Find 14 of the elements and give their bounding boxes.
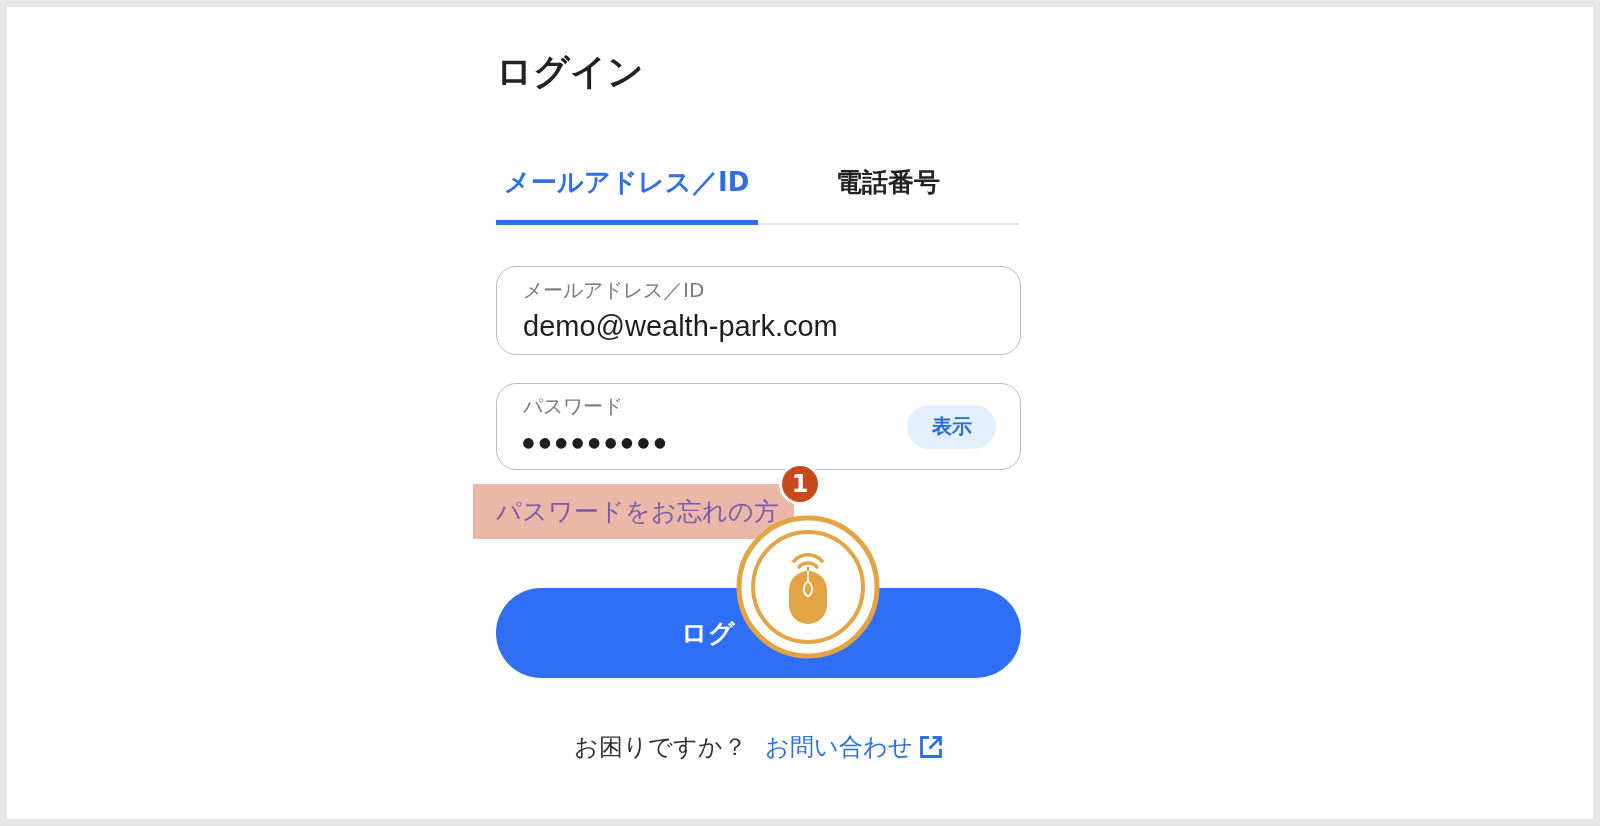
- input-value: demo@wealth-park.com: [523, 308, 838, 344]
- help-text: お困りですか？: [574, 732, 747, 763]
- password-field[interactable]: パスワード ●●●●●●●●● 表示: [496, 383, 1021, 470]
- contact-link[interactable]: お問い合わせ: [765, 731, 943, 763]
- forgot-password-link[interactable]: パスワードをお忘れの方: [496, 495, 779, 528]
- show-password-button[interactable]: 表示: [907, 404, 996, 449]
- login-tab[interactable]: 電話番号: [757, 165, 1019, 225]
- input-value: ●●●●●●●●●: [523, 429, 671, 454]
- email-field[interactable]: メールアドレス／ID demo@wealth-park.com: [496, 266, 1021, 355]
- field-label: メールアドレス／ID: [523, 277, 705, 302]
- page-title: ログイン: [496, 50, 644, 94]
- external-link-icon: [919, 735, 943, 759]
- field-label: パスワード: [523, 393, 623, 418]
- login-tab[interactable]: メールアドレス／ID: [496, 165, 758, 225]
